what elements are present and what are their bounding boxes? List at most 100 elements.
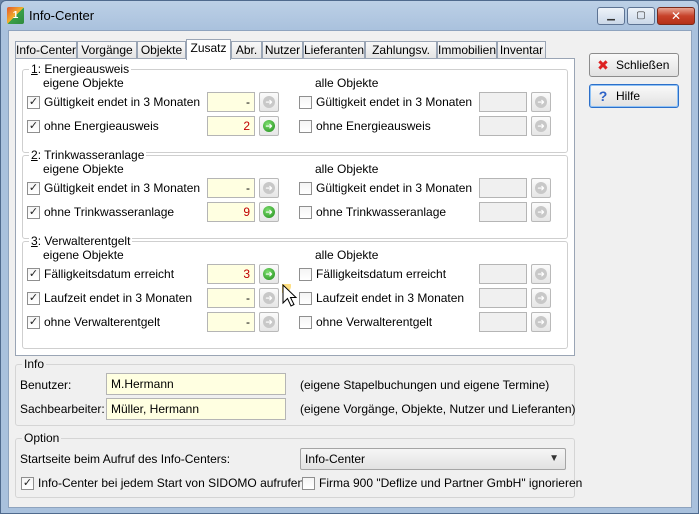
all-go-button[interactable]: ➜ xyxy=(531,116,551,136)
all-go-button[interactable]: ➜ xyxy=(531,312,551,332)
own-count-field: - xyxy=(207,312,255,332)
close-button-label: Schließen xyxy=(616,58,670,72)
maximize-button[interactable]: ▢ xyxy=(627,7,655,25)
tab-abr[interactable]: Abr. xyxy=(231,41,262,59)
own-label: Gültigkeit endet in 3 Monaten xyxy=(44,181,201,195)
autostart-checkbox[interactable]: ✓ xyxy=(21,477,34,490)
all-label: Fälligkeitsdatum erreicht xyxy=(316,267,447,281)
all-checkbox[interactable] xyxy=(299,96,312,109)
own-objects-heading: eigene Objekte xyxy=(43,162,124,176)
tab-info-center[interactable]: Info-Center xyxy=(15,41,77,59)
own-count-field: 9 xyxy=(207,202,255,222)
own-checkbox[interactable]: ✓ xyxy=(27,206,40,219)
group-title: 1: Energieausweis xyxy=(29,62,132,76)
own-go-button[interactable]: ➜ xyxy=(259,264,279,284)
own-go-button[interactable]: ➜ xyxy=(259,312,279,332)
all-count-field xyxy=(479,288,527,308)
tab-zahlungsv[interactable]: Zahlungsv. xyxy=(365,41,437,59)
tab-nutzer[interactable]: Nutzer xyxy=(262,41,303,59)
own-count-field: 3 xyxy=(207,264,255,284)
arrow-right-icon: ➜ xyxy=(535,268,547,280)
own-label: ohne Verwalterentgelt xyxy=(44,315,161,329)
own-label: Fälligkeitsdatum erreicht xyxy=(44,267,175,281)
tab-zusatz[interactable]: Zusatz xyxy=(186,39,231,60)
option-section: Option Startseite beim Aufruf des Info-C… xyxy=(15,431,582,498)
own-checkbox[interactable]: ✓ xyxy=(27,292,40,305)
close-button[interactable]: ✖ Schließen xyxy=(589,53,679,77)
own-go-button[interactable]: ➜ xyxy=(259,116,279,136)
chevron-down-icon: ▼ xyxy=(549,453,559,464)
arrow-right-icon: ➜ xyxy=(263,268,275,280)
own-go-button[interactable]: ➜ xyxy=(259,202,279,222)
client-area: Info-Center Vorgänge Objekte Zusatz Abr. Nutz… xyxy=(8,30,692,508)
all-go-button[interactable]: ➜ xyxy=(531,288,551,308)
window-title: Info-Center xyxy=(29,8,95,23)
group-trinkwasseranlage: 2: Trinkwasseranlage eigene Objekte alle O… xyxy=(22,148,568,239)
all-count-field xyxy=(479,202,527,222)
all-go-button[interactable]: ➜ xyxy=(531,92,551,112)
all-go-button[interactable]: ➜ xyxy=(531,202,551,222)
arrow-right-icon: ➜ xyxy=(263,292,275,304)
arrow-right-icon: ➜ xyxy=(263,96,275,108)
ignore-company-checkbox[interactable] xyxy=(302,477,315,490)
tab-vorgänge[interactable]: Vorgänge xyxy=(77,41,137,59)
startpage-select-value: Info-Center xyxy=(305,452,366,466)
help-button[interactable]: ? Hilfe xyxy=(589,84,679,108)
arrow-right-icon: ➜ xyxy=(535,206,547,218)
own-checkbox[interactable]: ✓ xyxy=(27,96,40,109)
group-title-text: : Trinkwasseranlage xyxy=(37,148,145,162)
group-title: 3: Verwalterentgelt xyxy=(29,234,133,248)
all-checkbox[interactable] xyxy=(299,268,312,281)
all-count-field xyxy=(479,178,527,198)
own-checkbox[interactable]: ✓ xyxy=(27,120,40,133)
arrow-right-icon: ➜ xyxy=(535,316,547,328)
minimize-button[interactable]: ▁ xyxy=(597,7,625,25)
user-field[interactable]: M.Hermann xyxy=(106,373,286,395)
own-count-field: - xyxy=(207,92,255,112)
ignore-company-label: Firma 900 "Deflize und Partner GmbH" ign… xyxy=(319,476,583,490)
info-section: Info Benutzer: M.Hermann (eigene Stapelb… xyxy=(15,357,576,426)
arrow-right-icon: ➜ xyxy=(263,120,275,132)
startpage-select[interactable]: Info-Center ▼ xyxy=(300,448,566,470)
tab-immobilien[interactable]: Immobilien xyxy=(437,41,497,59)
own-checkbox[interactable]: ✓ xyxy=(27,268,40,281)
all-checkbox[interactable] xyxy=(299,316,312,329)
own-checkbox[interactable]: ✓ xyxy=(27,182,40,195)
all-label: Gültigkeit endet in 3 Monaten xyxy=(316,95,473,109)
own-count-field: - xyxy=(207,288,255,308)
all-label: ohne Verwalterentgelt xyxy=(316,315,433,329)
all-count-field xyxy=(479,116,527,136)
info-center-window: 1 Info-Center ▁ ▢ ✕ Info-Center Vorgänge O… xyxy=(0,0,699,514)
close-icon: ✖ xyxy=(597,57,609,73)
title-bar[interactable]: 1 Info-Center ▁ ▢ ✕ xyxy=(1,1,698,29)
all-label: ohne Energieausweis xyxy=(316,119,431,133)
all-count-field xyxy=(479,92,527,112)
clerk-field[interactable]: Müller, Hermann xyxy=(106,398,286,420)
own-go-button[interactable]: ➜ xyxy=(259,92,279,112)
arrow-right-icon: ➜ xyxy=(535,182,547,194)
autostart-label: Info-Center bei jedem Start von SIDOMO a… xyxy=(38,476,305,490)
tab-objekte[interactable]: Objekte xyxy=(137,41,186,59)
tab-inventar[interactable]: Inventar xyxy=(497,41,546,59)
all-objects-heading: alle Objekte xyxy=(315,248,379,262)
own-go-button[interactable]: ➜ xyxy=(259,178,279,198)
all-go-button[interactable]: ➜ xyxy=(531,178,551,198)
own-count-field: 2 xyxy=(207,116,255,136)
arrow-right-icon: ➜ xyxy=(263,206,275,218)
arrow-right-icon: ➜ xyxy=(263,182,275,194)
mouse-cursor-icon xyxy=(282,284,298,307)
tab-lieferanten[interactable]: Lieferanten xyxy=(303,41,365,59)
arrow-right-icon: ➜ xyxy=(263,316,275,328)
all-checkbox[interactable] xyxy=(299,182,312,195)
help-icon: ? xyxy=(598,88,608,104)
own-go-button[interactable]: ➜ xyxy=(259,288,279,308)
arrow-right-icon: ➜ xyxy=(535,120,547,132)
close-window-button[interactable]: ✕ xyxy=(657,7,695,25)
all-checkbox[interactable] xyxy=(299,120,312,133)
group-number: 3 xyxy=(31,234,38,248)
group-title-text: : Verwalterentgelt xyxy=(37,234,131,248)
clerk-hint: (eigene Vorgänge, Objekte, Nutzer und Li… xyxy=(300,402,576,416)
all-checkbox[interactable] xyxy=(299,206,312,219)
own-checkbox[interactable]: ✓ xyxy=(27,316,40,329)
all-go-button[interactable]: ➜ xyxy=(531,264,551,284)
